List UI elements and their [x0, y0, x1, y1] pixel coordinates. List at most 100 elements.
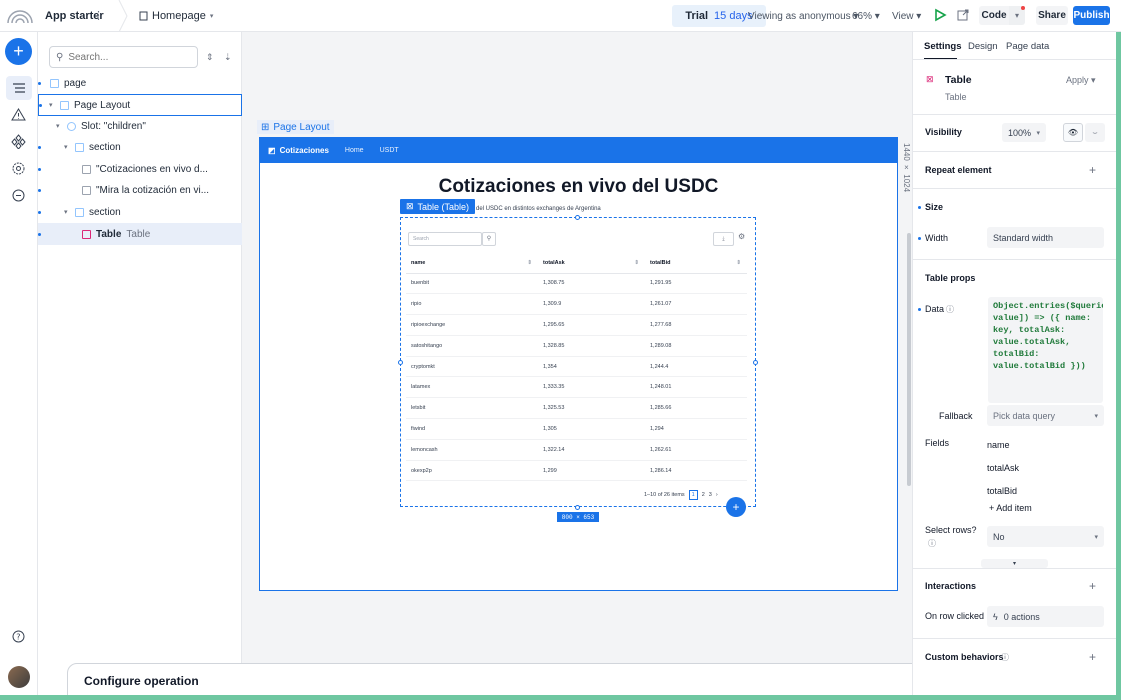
view-dropdown[interactable]: View ▾ — [892, 11, 921, 22]
page-button-3[interactable]: 3 — [709, 492, 712, 498]
visibility-select[interactable]: 100% ▾ — [1002, 123, 1046, 142]
tree-search-input[interactable] — [68, 51, 189, 63]
element-name[interactable]: Table — [945, 74, 972, 86]
help-icon[interactable]: ? — [11, 629, 26, 644]
preview-title[interactable]: Cotizaciones en vivo del USDC — [260, 176, 897, 198]
eye-closed-icon[interactable]: ⌣ — [1085, 123, 1105, 142]
preview-nav-home[interactable]: Home — [345, 147, 364, 154]
external-link-icon[interactable] — [956, 8, 970, 22]
resize-handle-right[interactable] — [753, 360, 758, 365]
warning-icon[interactable] — [11, 107, 26, 122]
publish-button[interactable]: Publish — [1073, 6, 1110, 25]
show-more-button[interactable]: ▾ — [981, 559, 1048, 568]
column-header[interactable]: totalAsk ⇕ — [538, 253, 645, 274]
canvas-scrollbar[interactable] — [907, 233, 911, 486]
sort-icon[interactable]: ⇕ — [527, 260, 532, 266]
tree-item-section[interactable]: ▾ section — [38, 201, 242, 223]
row-click-actions[interactable]: ϟ 0 actions — [987, 606, 1104, 627]
tab-page-data[interactable]: Page data — [1006, 41, 1049, 52]
tree-item-section[interactable]: ▾ section — [38, 136, 242, 158]
table-row[interactable]: latamex 1,333.35 1,248.01 — [406, 376, 747, 399]
table-row[interactable]: letsbit 1,325.53 1,285.66 — [406, 397, 747, 420]
share-button[interactable]: Share — [1036, 6, 1068, 25]
table-row[interactable]: fiwind 1,305 1,294 — [406, 418, 747, 440]
chevron-right-icon[interactable]: › — [716, 492, 718, 498]
download-icon[interactable]: ⤓ — [713, 232, 734, 246]
layers-tab[interactable] — [6, 76, 32, 100]
tree-search[interactable]: ⚲ — [49, 46, 198, 68]
zoom-dropdown[interactable]: 66% ▾ — [852, 11, 880, 22]
fallback-select[interactable]: Pick data query ▾ — [987, 405, 1104, 426]
add-behavior-icon[interactable]: + — [1089, 650, 1096, 664]
add-item-button[interactable]: + Add item — [989, 503, 1032, 513]
table-row[interactable]: lemoncash 1,322.14 1,262.61 — [406, 439, 747, 461]
sort-icon[interactable]: ⇕ — [736, 260, 741, 266]
page-button-1[interactable]: 1 — [688, 490, 698, 500]
app-logo-icon[interactable] — [6, 6, 34, 24]
chevron-down-icon[interactable]: ▾ — [56, 122, 62, 130]
page-button-2[interactable]: 2 — [702, 492, 705, 498]
tab-settings[interactable]: Settings — [924, 41, 961, 52]
app-menu-icon[interactable]: ⋮ — [93, 9, 104, 22]
components-icon[interactable] — [11, 134, 26, 149]
chevron-down-icon[interactable]: ▾ — [49, 101, 55, 109]
field-item[interactable]: totalAsk — [987, 463, 1019, 473]
column-header[interactable]: name ⇕ — [406, 253, 538, 274]
apply-dropdown[interactable]: Apply ▾ — [1066, 75, 1096, 86]
chevron-down-icon[interactable]: ▾ — [64, 208, 70, 216]
data-code-editor[interactable]: Object.entries($queries.cotizacionesUsdc… — [988, 297, 1103, 403]
field-item[interactable]: totalBid — [987, 486, 1017, 496]
expand-all-icon[interactable]: ⇕ — [206, 52, 214, 63]
add-repeat-icon[interactable]: + — [1089, 163, 1096, 177]
preview-nav-usdt[interactable]: USDT — [380, 147, 399, 154]
table-row[interactable]: okexp2p 1,299 1,286.14 — [406, 460, 747, 482]
tree-item-page[interactable]: page — [38, 72, 242, 94]
table-row[interactable]: ripio 1,309.9 1,261.07 — [406, 293, 747, 316]
resize-handle-top[interactable] — [575, 215, 580, 220]
tab-design[interactable]: Design — [968, 41, 998, 52]
viewing-as-dropdown[interactable]: Viewing as anonymous ▾ — [748, 11, 858, 22]
table-row[interactable]: satoshitango 1,328.85 1,289.08 — [406, 335, 747, 357]
table-search-input[interactable]: Search — [408, 232, 482, 246]
tree-item-slot[interactable]: ▾ Slot: "children" — [38, 115, 242, 137]
eye-icon[interactable]: 👁 — [1063, 123, 1083, 142]
gear-icon[interactable]: ⚙ — [738, 232, 745, 241]
canvas-size-ruler: 1440 × 1024 — [902, 143, 911, 193]
table-row[interactable]: ripioexchange 1,295.65 1,277.68 — [406, 314, 747, 336]
tree-item-table[interactable]: Table Table — [38, 223, 242, 245]
selected-element-tag[interactable]: ⊠ Table (Table) — [400, 199, 475, 214]
column-header[interactable]: totalBid ⇕ — [645, 253, 747, 274]
play-icon[interactable] — [933, 8, 947, 22]
code-button[interactable]: Code — [979, 6, 1009, 25]
sort-icon[interactable]: ⇕ — [634, 260, 639, 266]
add-interaction-icon[interactable]: + — [1089, 579, 1096, 593]
modified-dot — [918, 308, 921, 311]
table-row[interactable]: cryptomkt 1,354 1,244.4 — [406, 356, 747, 378]
info-icon[interactable]: ⓘ — [928, 538, 936, 549]
add-element-button[interactable]: + — [5, 38, 32, 65]
resize-handle-bottom[interactable] — [575, 505, 580, 510]
frame-label[interactable]: ⊞ Page Layout — [257, 120, 334, 134]
search-icon[interactable]: ⚲ — [482, 232, 496, 246]
page-selector[interactable]: Homepage ▾ — [139, 10, 213, 22]
field-item[interactable]: name — [987, 440, 1010, 450]
preview-brand[interactable]: ◩ Cotizaciones — [268, 146, 329, 155]
avatar[interactable] — [8, 666, 30, 688]
resize-handle-left[interactable] — [398, 360, 403, 365]
preview-subtitle[interactable]: del USDC en distintos exchanges de Argen… — [476, 206, 601, 212]
gear-icon[interactable] — [11, 161, 26, 176]
info-icon[interactable]: ⓘ — [946, 304, 954, 315]
minus-circle-icon[interactable] — [11, 188, 26, 203]
chevron-down-icon[interactable]: ▾ — [64, 143, 70, 151]
table-row[interactable]: buenbit 1,308.75 1,291.95 — [406, 273, 747, 295]
table-cell: 1,299 — [538, 460, 645, 482]
width-select[interactable]: Standard width — [987, 227, 1104, 248]
preview-brand-label: Cotizaciones — [279, 146, 329, 155]
tree-item-page-layout[interactable]: ▾ Page Layout — [38, 94, 242, 116]
tree-item-text[interactable]: "Mira la cotización en vi... — [38, 179, 242, 201]
collapse-all-icon[interactable]: ⇣ — [224, 52, 232, 63]
add-element-fab[interactable]: + — [726, 497, 746, 517]
select-rows-select[interactable]: No ▾ — [987, 526, 1104, 547]
info-icon[interactable]: ⓘ — [1001, 652, 1009, 663]
tree-item-heading[interactable]: "Cotizaciones en vivo d... — [38, 158, 242, 180]
